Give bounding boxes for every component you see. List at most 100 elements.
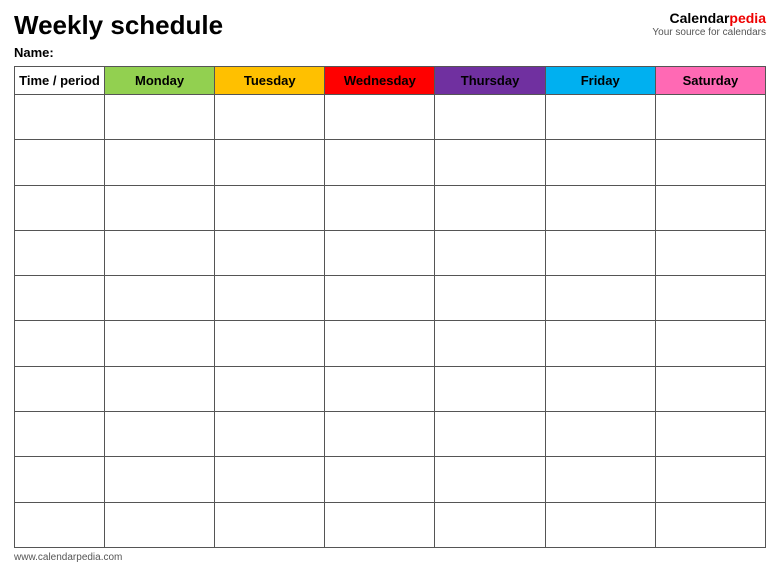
col-header-time: Time / period xyxy=(15,67,105,95)
table-row xyxy=(15,230,766,275)
page-title: Weekly schedule xyxy=(14,10,223,41)
table-cell xyxy=(655,457,765,502)
brand: Calendarpedia Your source for calendars xyxy=(652,10,766,39)
table-cell xyxy=(215,276,325,321)
table-cell xyxy=(15,457,105,502)
top-bar: Weekly schedule Calendarpedia Your sourc… xyxy=(14,10,766,41)
table-cell xyxy=(655,140,765,185)
brand-tagline: Your source for calendars xyxy=(652,27,766,39)
table-cell xyxy=(545,140,655,185)
table-cell xyxy=(545,185,655,230)
table-cell xyxy=(15,321,105,366)
table-cell xyxy=(105,412,215,457)
table-cell xyxy=(215,366,325,411)
table-cell xyxy=(655,502,765,547)
table-cell xyxy=(655,321,765,366)
table-cell xyxy=(215,457,325,502)
header-row: Time / period Monday Tuesday Wednesday T… xyxy=(15,67,766,95)
col-header-friday: Friday xyxy=(545,67,655,95)
table-cell xyxy=(215,140,325,185)
table-cell xyxy=(325,457,435,502)
table-cell xyxy=(325,230,435,275)
table-cell xyxy=(15,185,105,230)
table-cell xyxy=(215,185,325,230)
table-cell xyxy=(15,412,105,457)
table-cell xyxy=(215,502,325,547)
table-cell xyxy=(545,457,655,502)
table-cell xyxy=(545,321,655,366)
table-cell xyxy=(655,230,765,275)
table-cell xyxy=(435,457,545,502)
table-cell xyxy=(325,276,435,321)
table-row xyxy=(15,95,766,140)
table-cell xyxy=(215,95,325,140)
table-cell xyxy=(15,230,105,275)
table-cell xyxy=(435,230,545,275)
brand-calendar: Calendar xyxy=(670,10,730,26)
col-header-tuesday: Tuesday xyxy=(215,67,325,95)
table-cell xyxy=(545,95,655,140)
table-cell xyxy=(325,366,435,411)
table-cell xyxy=(435,276,545,321)
table-cell xyxy=(435,321,545,366)
table-cell xyxy=(325,95,435,140)
table-row xyxy=(15,412,766,457)
col-header-thursday: Thursday xyxy=(435,67,545,95)
table-cell xyxy=(545,230,655,275)
table-cell xyxy=(105,366,215,411)
table-cell xyxy=(105,457,215,502)
table-cell xyxy=(105,502,215,547)
table-cell xyxy=(15,276,105,321)
table-cell xyxy=(105,230,215,275)
brand-pedia: pedia xyxy=(729,10,766,26)
table-cell xyxy=(655,366,765,411)
table-cell xyxy=(545,502,655,547)
table-cell xyxy=(325,502,435,547)
table-cell xyxy=(105,185,215,230)
table-cell xyxy=(215,412,325,457)
col-header-wednesday: Wednesday xyxy=(325,67,435,95)
table-row xyxy=(15,140,766,185)
table-cell xyxy=(215,321,325,366)
table-cell xyxy=(325,140,435,185)
table-cell xyxy=(435,140,545,185)
table-cell xyxy=(435,412,545,457)
table-cell xyxy=(15,502,105,547)
table-row xyxy=(15,366,766,411)
table-row xyxy=(15,276,766,321)
schedule-table: Time / period Monday Tuesday Wednesday T… xyxy=(14,66,766,548)
table-cell xyxy=(15,95,105,140)
table-row xyxy=(15,185,766,230)
table-cell xyxy=(545,412,655,457)
schedule-body xyxy=(15,95,766,548)
table-cell xyxy=(655,412,765,457)
table-cell xyxy=(545,276,655,321)
table-row xyxy=(15,502,766,547)
table-cell xyxy=(15,140,105,185)
table-cell xyxy=(215,230,325,275)
footer: www.calendarpedia.com xyxy=(14,552,766,563)
table-cell xyxy=(105,95,215,140)
name-label: Name: xyxy=(14,45,766,60)
table-cell xyxy=(435,366,545,411)
table-cell xyxy=(105,276,215,321)
table-cell xyxy=(655,276,765,321)
table-cell xyxy=(435,95,545,140)
brand-name: Calendarpedia xyxy=(652,10,766,27)
table-cell xyxy=(15,366,105,411)
table-cell xyxy=(545,366,655,411)
table-cell xyxy=(655,95,765,140)
table-row xyxy=(15,457,766,502)
table-cell xyxy=(435,502,545,547)
page: Weekly schedule Calendarpedia Your sourc… xyxy=(0,0,780,571)
table-cell xyxy=(325,412,435,457)
table-cell xyxy=(105,140,215,185)
table-cell xyxy=(655,185,765,230)
table-cell xyxy=(105,321,215,366)
table-row xyxy=(15,321,766,366)
col-header-monday: Monday xyxy=(105,67,215,95)
table-cell xyxy=(325,185,435,230)
table-cell xyxy=(325,321,435,366)
col-header-saturday: Saturday xyxy=(655,67,765,95)
table-cell xyxy=(435,185,545,230)
